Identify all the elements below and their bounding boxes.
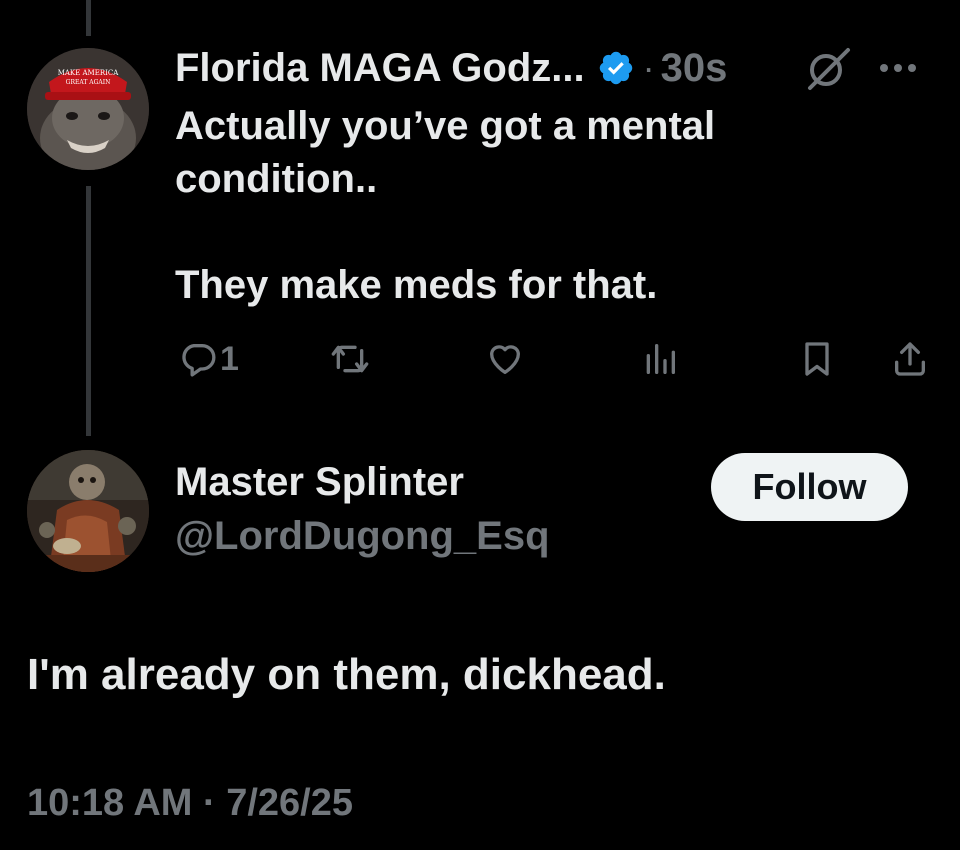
tweet-actions: 1 — [0, 336, 960, 386]
more-icon[interactable] — [880, 64, 916, 72]
reply-button[interactable]: 1 — [178, 336, 239, 382]
author-avatar[interactable]: MAKE AMERICA GREAT AGAIN — [27, 48, 149, 170]
thread-line — [86, 186, 91, 436]
verified-badge-icon — [599, 51, 632, 85]
follow-button[interactable]: Follow — [711, 453, 908, 521]
retweet-icon — [331, 345, 369, 373]
reply-count: 1 — [220, 339, 239, 378]
reply-author-avatar[interactable] — [27, 450, 149, 572]
godzilla-avatar-image: MAKE AMERICA GREAT AGAIN — [27, 48, 149, 170]
separator-dot: · — [642, 47, 655, 88]
reply-timestamp[interactable]: 10:18 AM · 7/26/25 — [27, 782, 353, 825]
tweet-text-line-1: Actually you’ve got a mental — [175, 104, 716, 148]
share-button[interactable] — [890, 336, 930, 382]
grok-icon[interactable] — [802, 44, 854, 92]
author-name[interactable]: Florida MAGA Godz... — [175, 46, 585, 91]
reply-text: I'm already on them, dickhead. — [27, 650, 666, 699]
views-icon — [646, 344, 675, 374]
tweet-header: Florida MAGA Godz... · 30s — [175, 40, 727, 96]
like-button[interactable] — [485, 336, 525, 382]
tweet-text: Actually you’ve got a mental condition..… — [175, 100, 875, 312]
bookmark-button[interactable] — [797, 336, 837, 382]
retweet-button[interactable] — [330, 336, 370, 382]
bookmark-icon — [805, 342, 829, 376]
reply-icon — [182, 344, 216, 377]
tweet-text-line-3: They make meds for that. — [175, 263, 658, 307]
reply-author-name[interactable]: Master Splinter — [175, 460, 464, 505]
hat-text-line-1: MAKE AMERICA — [58, 69, 120, 77]
reply-author-handle[interactable]: @LordDugong_Esq — [175, 514, 550, 559]
like-icon — [490, 345, 520, 374]
thread-line-top — [86, 0, 91, 36]
views-button[interactable] — [640, 336, 680, 382]
tweet-time[interactable]: 30s — [661, 46, 728, 91]
share-icon — [895, 342, 925, 376]
hat-text-line-2: GREAT AGAIN — [66, 79, 111, 86]
splinter-avatar-image — [27, 450, 149, 572]
tweet-text-line-2: condition.. — [175, 157, 378, 201]
